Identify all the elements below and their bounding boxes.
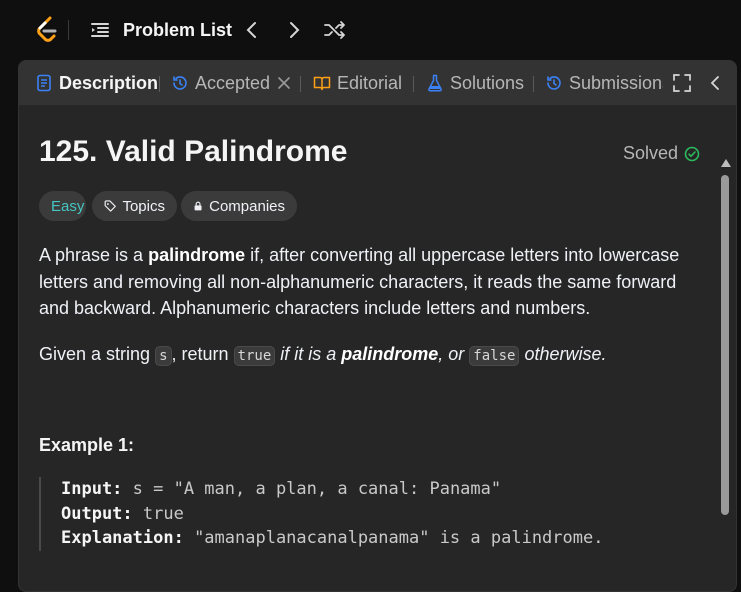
next-problem-button[interactable]	[281, 17, 307, 43]
tab-label: Editorial	[337, 72, 403, 93]
label: Input:	[61, 479, 123, 499]
tab-solutions[interactable]: Solutions	[426, 61, 524, 105]
scrollbar[interactable]	[719, 175, 731, 515]
difficulty-label: Easy	[51, 197, 85, 215]
tab-bar: Description Accepted Editorial Solutions…	[19, 61, 736, 105]
example-block: Input: s = "A man, a plan, a canal: Pana…	[39, 477, 679, 551]
top-navbar: Problem List	[0, 0, 741, 60]
inline-code: true	[233, 346, 276, 366]
collapse-panel-button[interactable]	[705, 73, 725, 93]
close-icon	[278, 77, 290, 89]
tag-icon	[104, 200, 116, 212]
palindrome-term[interactable]: palindrome	[148, 245, 245, 265]
problem-task-paragraph: Given a string s, return true if it is a…	[39, 341, 699, 370]
value: "amanaplanacanalpanama" is a palindrome.	[183, 528, 604, 548]
history-icon	[173, 76, 187, 90]
text: , return	[171, 344, 234, 364]
tab-label: Description	[59, 72, 159, 93]
tab-accepted[interactable]: Accepted	[171, 61, 270, 105]
tab-submissions[interactable]: Submissions	[545, 61, 663, 105]
topics-label: Topics	[122, 197, 165, 215]
document-icon	[37, 74, 51, 92]
shuffle-icon	[324, 21, 345, 39]
lock-icon	[194, 201, 202, 211]
history-icon	[547, 76, 561, 90]
problem-content: 125. Valid Palindrome Solved Easy Topics…	[19, 105, 731, 591]
chevron-right-icon	[290, 22, 300, 38]
text: Given a string	[39, 344, 156, 364]
divider	[413, 76, 414, 92]
divider	[159, 76, 160, 92]
divider	[533, 76, 534, 92]
difficulty-badge: Easy	[39, 191, 86, 221]
text: A phrase is a	[39, 245, 149, 265]
solved-label: Solved	[623, 143, 679, 163]
maximize-icon	[673, 74, 691, 92]
text: , or	[438, 344, 470, 364]
companies-label: Companies	[209, 197, 285, 215]
topics-button[interactable]: Topics	[92, 191, 177, 221]
chevron-left-icon	[246, 22, 256, 38]
description-panel: Description Accepted Editorial Solutions…	[18, 60, 737, 592]
check-circle-icon	[684, 146, 700, 161]
problem-title[interactable]: 125. Valid Palindrome	[39, 135, 347, 169]
leetcode-logo-icon[interactable]	[30, 14, 62, 46]
problem-list-link[interactable]: Problem List	[123, 19, 232, 41]
maximize-button[interactable]	[672, 73, 692, 93]
example-heading: Example 1:	[39, 435, 135, 455]
list-icon[interactable]	[89, 19, 111, 41]
scrollbar-thumb[interactable]	[721, 175, 729, 515]
tab-label: Solutions	[450, 72, 525, 93]
label: Output:	[61, 503, 133, 524]
palindrome-term[interactable]: palindrome	[341, 344, 438, 364]
divider	[300, 76, 301, 92]
tab-label: Submissions	[569, 72, 663, 93]
tab-editorial[interactable]: Editorial	[313, 61, 402, 105]
value: true	[132, 503, 184, 524]
problem-description-paragraph: A phrase is a palindrome if, after conve…	[39, 242, 699, 322]
prev-problem-button[interactable]	[239, 17, 265, 43]
inline-code: s	[155, 346, 172, 366]
companies-button[interactable]: Companies	[181, 191, 297, 221]
text: if it is a	[275, 344, 342, 364]
example-explanation: Explanation: "amanaplanacanalpanama" is …	[61, 526, 679, 551]
inline-code: false	[469, 346, 520, 366]
solved-status: Solved	[623, 143, 700, 164]
close-tab-button[interactable]	[275, 74, 293, 92]
label: Explanation:	[61, 528, 184, 548]
flask-icon	[428, 74, 442, 92]
random-problem-button[interactable]	[322, 17, 348, 43]
tab-label: Accepted	[195, 72, 271, 93]
tab-description[interactable]: Description	[35, 61, 158, 105]
divider	[68, 20, 69, 40]
example-output: Output: true	[61, 502, 679, 527]
chevron-left-icon	[710, 76, 719, 90]
value: s = "A man, a plan, a canal: Panama"	[122, 479, 502, 499]
example-input: Input: s = "A man, a plan, a canal: Pana…	[61, 477, 679, 502]
scroll-up-arrow[interactable]	[719, 157, 733, 169]
text: otherwise.	[519, 344, 607, 364]
book-icon	[313, 76, 331, 91]
